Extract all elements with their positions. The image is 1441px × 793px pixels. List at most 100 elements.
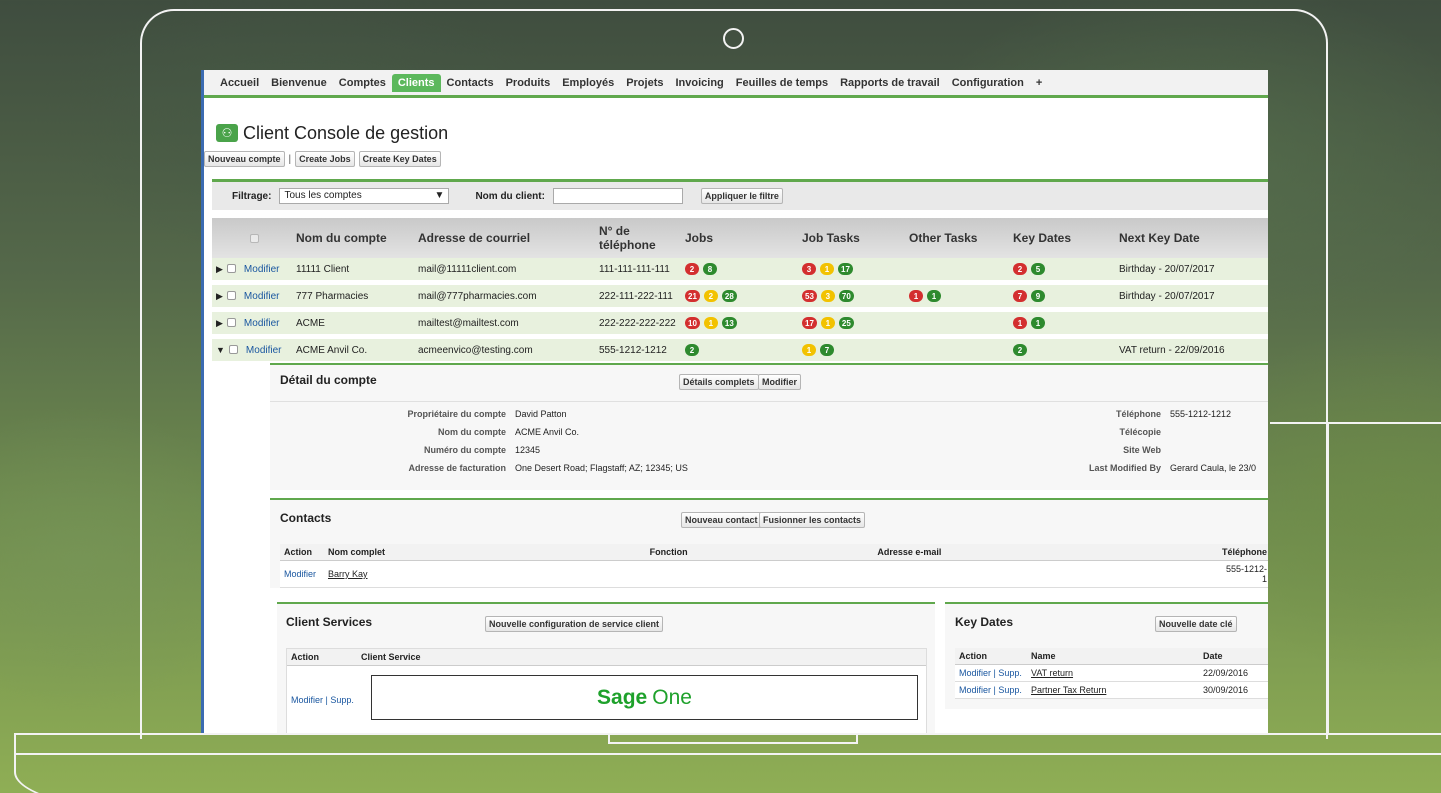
row-checkbox[interactable]	[226, 264, 236, 274]
count-badge: 1	[1013, 317, 1027, 329]
create-key-dates-button[interactable]: Create Key Dates	[358, 151, 441, 167]
new-key-date-button[interactable]: Nouvelle date clé	[1155, 616, 1237, 632]
col-header: Date	[1199, 648, 1268, 665]
account-email: acmeenvico@testing.com	[414, 339, 595, 361]
row-checkbox[interactable]	[226, 291, 236, 301]
laptop-base-curve	[14, 752, 1441, 793]
count-badge: 2	[703, 290, 718, 302]
count-badge: 2	[1013, 344, 1027, 356]
contacts-panel: Contacts Nouveau contact Fusionner les c…	[270, 498, 1268, 588]
expand-arrow-icon[interactable]: ▶	[216, 291, 223, 301]
edit-link[interactable]: Modifier	[246, 345, 282, 356]
job-tasks-badges: 17 1 25	[798, 312, 905, 334]
tab-projets[interactable]: Projets	[620, 74, 669, 92]
row-checkbox[interactable]	[226, 318, 236, 328]
tab-invoicing[interactable]: Invoicing	[669, 74, 729, 92]
key-date-date: 22/09/2016	[1199, 664, 1268, 682]
full-details-button[interactable]: Détails complets	[679, 374, 759, 390]
tab-clients[interactable]: Clients	[391, 73, 441, 92]
col-header: Name	[1027, 648, 1199, 665]
col-header: Next Key Date	[1115, 218, 1268, 258]
table-row: Modifier | Supp. Partner Tax Return 30/09/…	[955, 681, 1268, 699]
edit-link[interactable]: Modifier	[244, 264, 280, 275]
detail-value: ACME Anvil Co.	[515, 427, 580, 437]
next-key-date: Birthday - 20/07/2017	[1115, 285, 1268, 307]
merge-contacts-button[interactable]: Fusionner les contacts	[759, 512, 866, 528]
client-services-panel: Client Services Nouvelle configuration d…	[277, 602, 935, 733]
key-date-name-link[interactable]: VAT return	[1031, 668, 1073, 678]
detail-field: Last Modified By Gerard Caula, le 23/0	[1070, 459, 1256, 477]
key-dates-title: Key Dates	[955, 615, 1014, 629]
client-name-input[interactable]	[552, 188, 683, 204]
table-row: ▶ Modifier ACME mailtest@mailtest.com 222-22…	[212, 312, 1268, 334]
key-date-action-links[interactable]: Modifier | Supp.	[959, 685, 1022, 695]
logo-word: Sage	[597, 685, 648, 709]
chevron-down-icon: ▼	[434, 190, 445, 201]
count-badge: 9	[1031, 290, 1045, 302]
col-header: Jobs	[681, 218, 798, 258]
jobs-badges: 21 2 28	[681, 285, 798, 307]
action-buttons: Nouveau compte | Create Jobs Create Key …	[204, 147, 1268, 171]
add-tab-icon[interactable]: +	[1030, 74, 1048, 92]
tab-employ-s[interactable]: Employés	[556, 74, 620, 92]
detail-key: Nom du compte	[437, 427, 506, 437]
edit-link[interactable]: Modifier	[244, 291, 280, 302]
decorative-line	[1270, 422, 1441, 424]
job-tasks-badges: 53 3 70	[798, 285, 905, 307]
detail-key: Numéro du compte	[423, 445, 506, 455]
app-screen: Accueil Bienvenue Comptes Clients Contacts Pr…	[201, 70, 1268, 733]
key-dates-badges: 25	[1009, 258, 1115, 280]
tab-configuration[interactable]: Configuration	[946, 74, 1030, 92]
apply-filter-button[interactable]: Appliquer le filtre	[700, 188, 783, 204]
key-dates-badges: 79	[1009, 285, 1115, 307]
detail-field: Téléphone 555-1212-1212	[1070, 405, 1256, 423]
tab-comptes[interactable]: Comptes	[333, 74, 392, 92]
filter-label: Filtrage:	[232, 190, 272, 202]
key-date-action-links[interactable]: Modifier | Supp.	[959, 668, 1022, 678]
decorative-line	[1327, 422, 1329, 734]
tab-feuilles-de-temps[interactable]: Feuilles de temps	[730, 74, 834, 92]
detail-field: Télécopie	[1070, 423, 1256, 441]
contact-name-link[interactable]: Barry Kay	[328, 569, 368, 579]
tab-accueil[interactable]: Accueil	[214, 74, 265, 92]
edit-contact-link[interactable]: Modifier	[284, 569, 316, 579]
account-name: ACME Anvil Co.	[292, 339, 414, 361]
account-detail-title: Détail du compte	[280, 373, 377, 387]
key-date-name: VAT return	[1027, 664, 1199, 682]
new-account-button[interactable]: Nouveau compte	[204, 151, 285, 167]
expand-arrow-icon[interactable]: ▶	[216, 264, 223, 274]
collapse-arrow-icon[interactable]: ▼	[216, 345, 225, 355]
tab-rapports-de-travail[interactable]: Rapports de travail	[834, 74, 946, 92]
expand-arrow-icon[interactable]: ▶	[216, 318, 223, 328]
select-all-checkbox[interactable]	[249, 234, 259, 244]
tab-contacts[interactable]: Contacts	[441, 74, 500, 92]
edit-account-button[interactable]: Modifier	[758, 374, 801, 390]
col-header: Action	[291, 652, 319, 662]
nav-tabbar: Accueil Bienvenue Comptes Clients Contacts Pr…	[204, 70, 1268, 98]
count-badge: 17	[802, 317, 817, 329]
tab-bienvenue[interactable]: Bienvenue	[265, 74, 333, 92]
page-title: Client Console de gestion	[243, 122, 449, 143]
col-header: Fonction	[645, 544, 874, 561]
tab-produits[interactable]: Produits	[500, 74, 557, 92]
new-client-service-button[interactable]: Nouvelle configuration de service client	[485, 616, 664, 632]
job-tasks-badges: 3 1 17	[798, 258, 905, 280]
detail-value: David Patton	[515, 409, 567, 419]
new-contact-button[interactable]: Nouveau contact	[681, 512, 762, 528]
client-service-actions[interactable]: Modifier | Supp.	[291, 695, 354, 705]
create-jobs-button[interactable]: Create Jobs	[295, 151, 355, 167]
next-key-date: Birthday - 20/07/2017	[1115, 258, 1268, 280]
detail-value: Gerard Caula, le 23/0	[1170, 463, 1257, 473]
count-badge: 13	[721, 317, 737, 329]
key-date-name-link[interactable]: Partner Tax Return	[1031, 685, 1106, 695]
table-row: ▼ Modifier ACME Anvil Co. acmeenvico@testin…	[212, 339, 1268, 361]
edit-link[interactable]: Modifier	[244, 318, 280, 329]
detail-key: Téléphone	[1115, 409, 1161, 419]
clients-icon: ⚇	[216, 124, 238, 142]
row-checkbox[interactable]	[228, 345, 238, 355]
count-badge: 1	[820, 263, 834, 275]
count-badge: 7	[820, 344, 834, 356]
filter-select[interactable]: Tous les comptes ▼	[279, 188, 450, 204]
count-badge: 5	[1031, 263, 1045, 275]
col-header: Adresse de courriel	[414, 218, 595, 258]
